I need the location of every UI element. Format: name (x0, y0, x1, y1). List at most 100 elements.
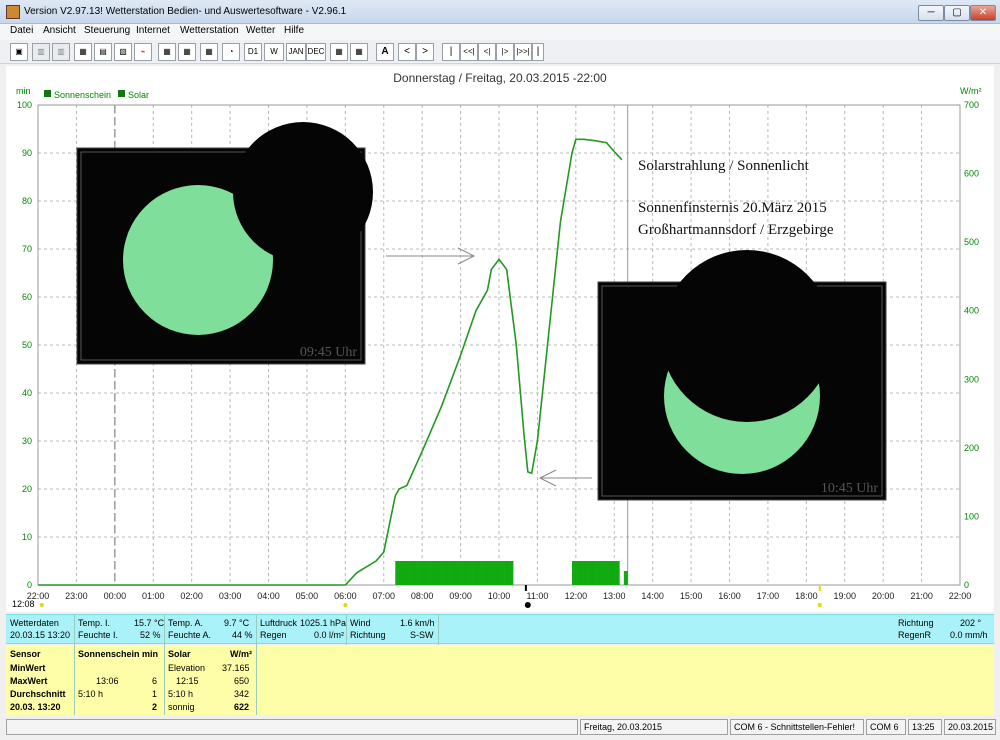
solar-max-value: 650 (234, 676, 250, 686)
right-tick-label: 300 (964, 374, 979, 384)
app-icon[interactable] (6, 5, 20, 19)
list-icon[interactable]: ▦ (350, 43, 368, 61)
regenr-label: RegenR (898, 630, 932, 640)
sonnenschein-header: Sonnenschein min (78, 649, 159, 659)
open-icon[interactable]: ▣ (10, 43, 28, 61)
x-tick-label: 05:00 (296, 591, 319, 601)
wind-value: 1.6 km/h (400, 618, 435, 628)
x-tick-label: 02:00 (180, 591, 203, 601)
richtung2-label: Richtung (898, 618, 934, 628)
table-icon[interactable]: ▦ (200, 43, 218, 61)
start-marker (39, 603, 44, 607)
sonne-avg-span: 5:10 h (78, 689, 104, 699)
luftdruck-value: 1025.1 hPa (300, 618, 347, 628)
moon-disk-0945 (233, 122, 373, 262)
solar-header: Solar (168, 649, 191, 659)
x-tick-label: 23:00 (65, 591, 88, 601)
left-tick-label: 50 (22, 340, 32, 350)
left-tick-label: 10 (22, 532, 32, 542)
print-icon[interactable]: ▧ (114, 43, 132, 61)
x-tick-label: 17:00 (757, 591, 780, 601)
week-view-button[interactable]: W (264, 43, 284, 61)
right-tick-label: 0 (964, 580, 969, 590)
x-tick-label: 21:00 (910, 591, 933, 601)
datetime-value: 20.03.15 13:20 (10, 630, 71, 640)
fast-forward-button[interactable]: |>>| (514, 43, 532, 61)
richtung-label: Richtung (350, 630, 386, 640)
graph-icon[interactable]: ⌁ (134, 43, 152, 61)
menu-steuerung[interactable]: Steuerung (84, 25, 130, 36)
chart-icon[interactable]: ▦ (158, 43, 176, 61)
close-button[interactable]: ✕ (970, 5, 996, 21)
menu-bar: Datei Ansicht Steuerung Internet Wetters… (0, 24, 1000, 40)
grid-icon[interactable]: ▦ (330, 43, 348, 61)
autoscale-button[interactable]: A (376, 43, 394, 61)
menu-hilfe[interactable]: Hilfe (284, 25, 304, 36)
x-tick-label: 20:00 (872, 591, 895, 601)
chart2-icon[interactable]: ▦ (178, 43, 196, 61)
left-tick-label: 90 (22, 148, 32, 158)
prev-button[interactable]: < (398, 43, 416, 61)
sonne-avg-value: 1 (152, 689, 158, 699)
legend-swatch-sonnenschein (44, 90, 51, 97)
save-as-icon[interactable]: ▥ (52, 43, 70, 61)
save-icon[interactable]: ▥ (32, 43, 50, 61)
status-date: Freitag, 20.03.2015 (580, 719, 728, 735)
solar-current-label: sonnig (168, 702, 195, 712)
regen-value: 0.0 l/m² (314, 630, 345, 640)
solar-chart: Donnerstag / Freitag, 20.03.2015 -22:00 m… (12, 71, 982, 609)
wetterdaten-label: Wetterdaten (10, 618, 59, 628)
left-tick-label: 40 (22, 388, 32, 398)
sensor-header: Sensor (10, 649, 41, 659)
feuchte-a-label: Feuchte A. (168, 630, 212, 640)
x-tick-label: 04:00 (257, 591, 280, 601)
right-axis-unit: W/m² (960, 86, 982, 96)
x-tick-label: 14:00 (641, 591, 664, 601)
minimize-button[interactable]: ─ (918, 5, 944, 21)
sunshine-bar (511, 561, 514, 585)
photo-1045-label: 10:45 Uhr (821, 481, 879, 496)
maxwert-label: MaxWert (10, 676, 48, 686)
rewind-button[interactable]: <<| (460, 43, 478, 61)
right-tick-label: 200 (964, 443, 979, 453)
clock-icon[interactable]: ◔ (222, 43, 240, 61)
menu-wetter[interactable]: Wetter (246, 25, 275, 36)
settings-icon[interactable]: ▦ (74, 43, 92, 61)
left-tick-label: 80 (22, 196, 32, 206)
maximize-button[interactable]: ▢ (944, 5, 970, 21)
temp-i-label: Temp. I. (78, 618, 111, 628)
day-view-button[interactable]: D1 (244, 43, 262, 61)
solar-max-time: 12:15 (176, 676, 199, 686)
status-com-port: COM 6 (866, 719, 906, 735)
x-tick-label: 18:00 (795, 591, 818, 601)
step-forward-button[interactable]: |> (496, 43, 514, 61)
end-button[interactable]: | (532, 43, 544, 61)
x-tick-label: 12:00 (565, 591, 588, 601)
wind-label: Wind (350, 618, 371, 628)
start-button[interactable]: | (442, 43, 460, 61)
temp-i-value: 15.7 °C (134, 618, 165, 628)
edit-icon[interactable]: ▤ (94, 43, 112, 61)
current-values-bar: Wetterdaten 20.03.15 13:20 Temp. I. 15.7… (6, 614, 994, 645)
menu-ansicht[interactable]: Ansicht (43, 25, 76, 36)
temp-a-value: 9.7 °C (224, 618, 250, 628)
right-tick-label: 400 (964, 306, 979, 316)
sonne-max-value: 6 (152, 676, 158, 686)
menu-internet[interactable]: Internet (136, 25, 170, 36)
sunrise-marker (343, 603, 348, 607)
solar-series-line (344, 138, 623, 586)
legend-solar: Solar (128, 90, 149, 100)
left-tick-label: 0 (27, 580, 32, 590)
year-view-button[interactable]: DEC (306, 43, 326, 61)
menu-wetterstation[interactable]: Wetterstation (180, 25, 239, 36)
annotation-line: Sonnenfinsternis 20.März 2015 (638, 200, 827, 216)
luftdruck-label: Luftdruck (260, 618, 298, 628)
month-view-button[interactable]: JAN (286, 43, 306, 61)
step-back-button[interactable]: <| (478, 43, 496, 61)
right-tick-label: 600 (964, 169, 979, 179)
menu-datei[interactable]: Datei (10, 25, 33, 36)
next-button[interactable]: > (416, 43, 434, 61)
x-tick-label: 15:00 (680, 591, 703, 601)
minwert-label: MinWert (10, 663, 46, 673)
right-tick-label: 700 (964, 100, 979, 110)
